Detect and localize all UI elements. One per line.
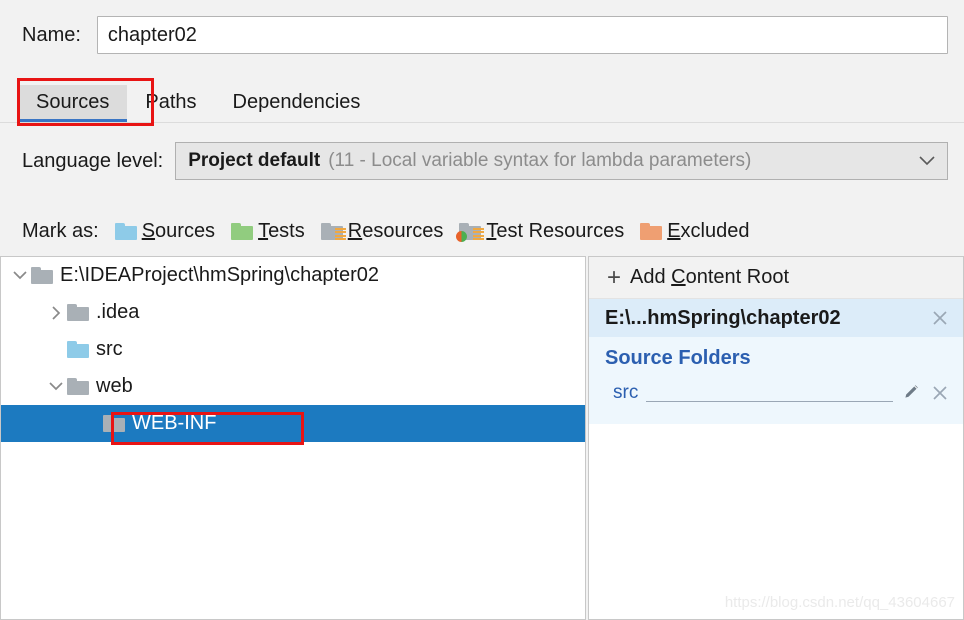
content-roots-detail-panel: + Add Content Root E:\...hmSpring\chapte… [589,256,964,620]
name-row: Name: chapter02 [0,0,964,70]
watermark: https://blog.csdn.net/qq_43604667 [724,594,955,611]
folder-icon [31,267,53,284]
mark-as-tests-button[interactable]: Tests [231,220,305,243]
mark-as-excluded-button[interactable]: Excluded [640,220,749,243]
tabs-row: Sources Paths Dependencies [0,72,964,124]
language-level-select[interactable]: Project default (11 - Local variable syn… [175,142,948,180]
language-level-hint: (11 - Local variable syntax for lambda p… [328,150,752,171]
source-folder-row-src[interactable]: src [589,376,963,410]
folder-icon [103,415,125,432]
tabs-strip: Sources Paths Dependencies [18,78,378,122]
mark-as-test-resources-button[interactable]: Test Resources [456,219,625,243]
mark-as-resources-button[interactable]: Resources [320,219,444,243]
folder-icon [67,378,89,395]
mark-as-label: Mark as: [22,219,99,242]
mark-as-test-resources-label: Test Resources [486,219,625,242]
pencil-icon[interactable] [901,382,923,404]
chevron-right-icon[interactable] [45,302,67,324]
content-root-path: E:\...hmSpring\chapter02 [605,306,841,329]
add-content-root-label: Add Content Root [630,266,790,288]
mark-as-resources-label: Resources [347,219,444,242]
module-name-input[interactable]: chapter02 [96,16,948,54]
tree-row-label: src [96,338,123,360]
tabs-baseline [0,122,964,123]
mark-as-row: Mark as: Sources Tests Resources Test Re… [0,208,964,254]
tree-row-src[interactable]: src [1,331,585,368]
content-root-padding [589,410,963,424]
close-icon[interactable] [929,382,951,404]
name-label: Name: [22,23,81,46]
module-settings-sources-panel: Name: chapter02 Sources Paths Dependenci… [0,0,964,620]
tree-row-web-inf[interactable]: WEB-INF [1,405,585,442]
content-root-block: E:\...hmSpring\chapter02 Source Folders … [589,299,963,424]
mark-as-sources-label: Sources [141,219,216,242]
tree-row-project-root[interactable]: E:\IDEAProject\hmSpring\chapter02 [1,257,585,294]
mark-as-excluded-label: Excluded [667,219,750,242]
folder-test-resources-icon [456,222,485,242]
language-level-value: Project default [188,150,321,171]
language-level-label: Language level: [22,149,164,172]
folder-excluded-icon [640,222,663,240]
close-icon[interactable] [929,307,951,329]
chevron-down-icon[interactable] [45,376,67,398]
tab-dependencies[interactable]: Dependencies [215,85,379,122]
tree-row-idea[interactable]: .idea [1,294,585,331]
tree-row-label: web [96,375,133,397]
chevron-down-icon [917,151,937,171]
source-folder-name: src [613,382,639,403]
source-folder-rule [646,401,893,402]
content-split-area: E:\IDEAProject\hmSpring\chapter02 .idea … [0,256,964,620]
source-folders-title: Source Folders [605,347,751,369]
tree-row-web[interactable]: web [1,368,585,405]
tree-row-label: .idea [96,301,140,323]
folder-sources-icon [67,341,89,358]
add-content-root-button[interactable]: + Add Content Root [589,257,963,299]
mark-as-tests-label: Tests [258,219,305,242]
folder-tests-icon [231,222,254,240]
folder-sources-icon [114,222,137,240]
tab-sources[interactable]: Sources [18,85,128,122]
content-root-tree[interactable]: E:\IDEAProject\hmSpring\chapter02 .idea … [0,256,585,620]
tree-row-label: WEB-INF [132,412,217,434]
tab-paths[interactable]: Paths [127,85,214,122]
mark-as-sources-button[interactable]: Sources [114,219,216,243]
tree-row-label: E:\IDEAProject\hmSpring\chapter02 [60,264,380,286]
language-level-row: Language level: Project default (11 - Lo… [0,138,964,184]
chevron-down-icon[interactable] [9,265,31,287]
content-root-header[interactable]: E:\...hmSpring\chapter02 [589,299,963,337]
folder-icon [67,304,89,321]
plus-icon: + [607,263,622,291]
folder-resources-icon [320,222,346,241]
